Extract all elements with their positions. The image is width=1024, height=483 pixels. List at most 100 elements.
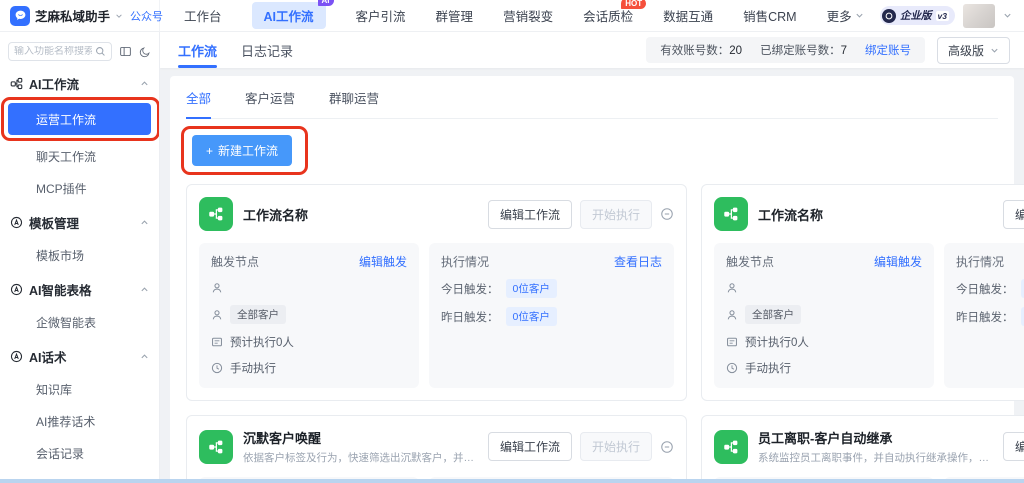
edit-workflow-button[interactable]: 编辑工作流 xyxy=(1003,199,1024,229)
search-icon[interactable] xyxy=(95,46,106,57)
logo-chevron-down-icon[interactable] xyxy=(115,12,123,20)
valid-accounts-value: 20 xyxy=(729,45,743,57)
chevron-up-icon xyxy=(140,218,149,227)
chevron-up-icon xyxy=(140,285,149,294)
sidebar-section-ai-scripts[interactable]: AI话术 xyxy=(0,338,159,373)
nav-item-workbench[interactable]: 工作台 xyxy=(184,6,222,25)
sidebar-item-operation-workflow[interactable]: 运营工作流 xyxy=(8,103,151,135)
nav-item-label: 销售CRM xyxy=(743,10,797,24)
filter-all[interactable]: 全部 xyxy=(186,88,212,119)
filter-group-ops[interactable]: 群聊运营 xyxy=(329,88,379,119)
sidebar-item-usage-analysis[interactable]: 使用分析 xyxy=(0,469,159,480)
edit-workflow-button[interactable]: 编辑工作流 xyxy=(488,432,573,461)
bound-accounts-label: 已绑定账号数： xyxy=(760,45,841,57)
start-execute-button[interactable]: 开始执行 xyxy=(580,199,653,229)
bind-account-link[interactable]: 绑定账号 xyxy=(865,42,911,58)
person-icon xyxy=(211,309,223,321)
top-navbar: 芝麻私域助手 公众号 工作台 AI工作流 AI 客户引流 群管理 营销裂变 会话质检 HOT 数… xyxy=(0,0,1024,32)
horizontal-scrollbar[interactable] xyxy=(0,479,1024,483)
execution-status-label: 执行情况 xyxy=(956,255,1005,269)
sidebar-item-ai-recommended-scripts[interactable]: AI推荐话术 xyxy=(0,405,159,437)
workflow-green-icon xyxy=(199,197,233,231)
sidebar-item-mcp-plugin[interactable]: MCP插件 xyxy=(0,172,159,204)
trigger-panel: 触发节点 编辑触发 全部客户 预计执行0人 手动执行 xyxy=(199,243,419,388)
nav-item-data-sync[interactable]: 数据互通 xyxy=(663,6,713,25)
ai-badge: AI xyxy=(317,0,334,6)
workflow-title: 工作流名称 xyxy=(758,207,824,223)
execution-panel: 执行情况 查看日志 今日触发： 0位客户 昨日触发： 0位客户 xyxy=(944,243,1024,388)
sidebar-section-ai-workflow[interactable]: AI工作流 xyxy=(0,65,159,100)
sidebar-section-template-management[interactable]: 模板管理 xyxy=(0,204,159,239)
workflow-card: 员工离职-客户自动继承 系统监控员工离职事件，并自动执行继承操作，将离职员工..… xyxy=(701,415,1024,479)
edit-workflow-button[interactable]: 编辑工作流 xyxy=(1003,432,1024,461)
section-label: AI智能表格 xyxy=(29,284,92,298)
user-avatar[interactable] xyxy=(963,3,995,28)
chevron-up-icon xyxy=(140,352,149,361)
dark-mode-moon-icon[interactable] xyxy=(139,46,151,58)
app-title: 芝麻私域助手 xyxy=(35,10,111,24)
new-workflow-button[interactable]: + 新建工作流 xyxy=(192,135,293,166)
edit-trigger-link[interactable]: 编辑触发 xyxy=(874,253,922,270)
execution-panel: 执行情况 查看日志 今日触发： 0位客户 昨日触发： 0位客户 xyxy=(429,243,675,388)
account-stats: 有效账号数：20 已绑定账号数：7 绑定账号 xyxy=(646,37,925,63)
sidebar-item-conversation-records[interactable]: 会话记录 xyxy=(0,437,159,469)
disable-circle-icon[interactable] xyxy=(660,440,674,454)
workflow-card: 沉默客户唤醒 依据客户标签及行为，快速筛选出沉默客户，并执行唤醒操... 编辑工… xyxy=(186,415,688,479)
tab-workflow[interactable]: 工作流 xyxy=(178,32,218,68)
bound-accounts-value: 7 xyxy=(840,45,847,57)
sidebar-section-ai-smart-table[interactable]: AI智能表格 xyxy=(0,271,159,306)
content-area: 全部 客户运营 群聊运营 + 新建工作流 工作流名称 编辑工作流 开始执行 触发… xyxy=(160,68,1024,479)
filter-customer-ops[interactable]: 客户运营 xyxy=(245,88,295,119)
section-label: AI工作流 xyxy=(29,78,80,92)
workflow-icon xyxy=(10,77,23,90)
start-execute-button[interactable]: 开始执行 xyxy=(580,432,653,461)
execution-status-label: 执行情况 xyxy=(441,255,490,269)
disable-circle-icon[interactable] xyxy=(660,207,674,221)
estimate-text: 预计执行0人 xyxy=(230,336,294,349)
workflow-green-icon xyxy=(199,429,233,464)
official-account-link[interactable]: 公众号 xyxy=(130,8,163,24)
workflow-title: 工作流名称 xyxy=(243,207,309,223)
yesterday-trigger-value: 0位客户 xyxy=(1020,307,1024,326)
nav-item-label: 更多 xyxy=(826,10,852,24)
version-select-value: 高级版 xyxy=(947,43,984,58)
circle-a-icon xyxy=(10,350,23,363)
chevron-down-icon xyxy=(991,48,998,53)
nav-item-customer-leads[interactable]: 客户引流 xyxy=(356,6,406,25)
clock-icon xyxy=(211,362,223,374)
nav-item-label: 工作台 xyxy=(184,10,222,24)
edit-workflow-button[interactable]: 编辑工作流 xyxy=(488,199,573,229)
manual-exec-text: 手动执行 xyxy=(745,362,792,375)
workflow-title: 员工离职-客户自动继承 xyxy=(758,431,893,446)
sidebar-item-template-market[interactable]: 模板市场 xyxy=(0,239,159,271)
nav-item-more[interactable]: 更多 xyxy=(827,6,864,25)
nav-item-conversation-qc[interactable]: 会话质检 HOT xyxy=(583,0,647,25)
nav-item-group-management[interactable]: 群管理 xyxy=(436,6,474,25)
nav-item-ai-workflow[interactable]: AI工作流 AI xyxy=(251,0,334,29)
nav-item-sales-crm[interactable]: 销售CRM xyxy=(743,6,796,25)
person-icon xyxy=(211,282,223,294)
sidebar-item-knowledge-base[interactable]: 知识库 xyxy=(0,373,159,405)
user-chevron-down-icon[interactable] xyxy=(1003,11,1012,20)
sidebar-menu: AI工作流 运营工作流 聊天工作流 MCP插件 模板管理 模板市场 AI智能表格 企微智能表 A… xyxy=(0,65,159,479)
search-input[interactable] xyxy=(14,46,92,57)
sidebar-item-chat-workflow[interactable]: 聊天工作流 xyxy=(0,140,159,172)
version-select[interactable]: 高级版 xyxy=(936,36,1010,64)
list-icon xyxy=(726,336,738,348)
sidebar-search xyxy=(8,42,112,61)
nav-item-marketing-fission[interactable]: 营销裂变 xyxy=(503,6,553,25)
estimate-text: 预计执行0人 xyxy=(745,336,809,349)
sidebar-item-wecom-smart-table[interactable]: 企微智能表 xyxy=(0,306,159,338)
view-log-link[interactable]: 查看日志 xyxy=(614,253,662,270)
all-customers-tag: 全部客户 xyxy=(230,305,286,324)
chevron-up-icon xyxy=(140,79,149,88)
nav-right: 企业版 v3 xyxy=(880,3,1024,28)
enterprise-plan-badge: 企业版 v3 xyxy=(880,6,955,25)
valid-accounts-label: 有效账号数： xyxy=(660,45,730,57)
nav-item-label: 营销裂变 xyxy=(503,10,554,24)
edit-trigger-link[interactable]: 编辑触发 xyxy=(359,253,407,270)
tab-logs[interactable]: 日志记录 xyxy=(241,32,293,68)
plan-version: v3 xyxy=(935,10,949,21)
person-icon xyxy=(726,309,738,321)
collapse-sidebar-icon[interactable] xyxy=(119,45,132,58)
